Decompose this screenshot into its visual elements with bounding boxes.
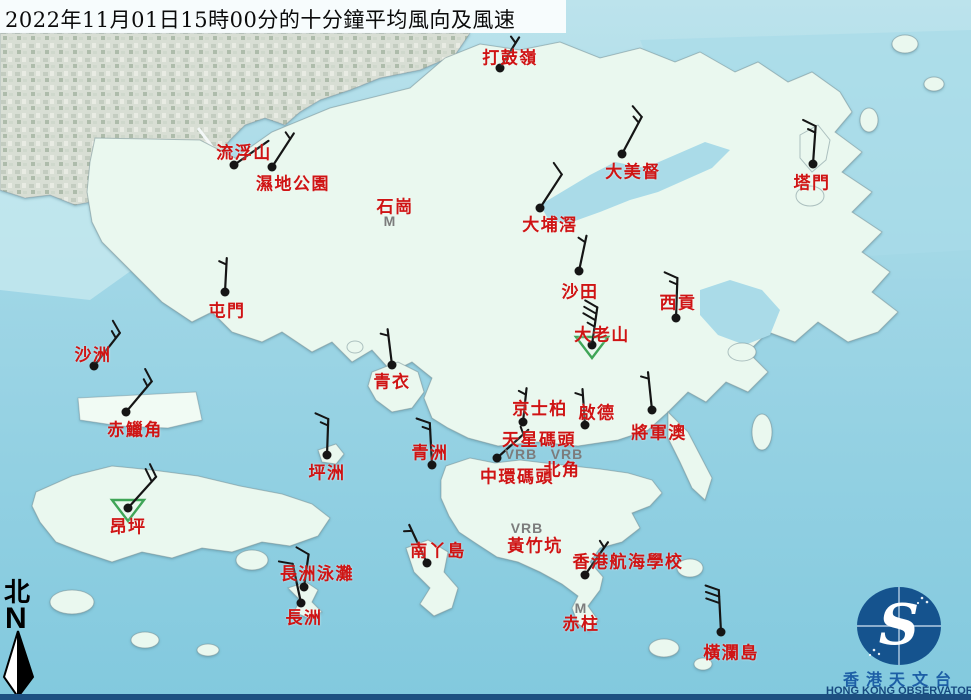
hko-logo: S 香港天文台 HONG KONG OBSERVATORY [830,582,971,700]
station-label-wetland-park: 濕地公園 [256,170,330,195]
variable-wind-marker-star-ferry-pier: VRB [505,446,538,462]
station-label-tuen-mun: 屯門 [209,297,246,322]
station-label-ngong-ping: 昂坪 [110,513,147,538]
svg-text:S: S [879,592,919,658]
station-label-hk-sea-school: 香港航海學校 [573,548,684,573]
station-label-sha-tin: 沙田 [562,278,599,303]
north-compass: 北 N [0,580,60,700]
variable-wind-marker-wong-chuk-hang: VRB [511,520,544,536]
station-label-chek-lap-kok: 赤鱲角 [107,416,163,441]
station-label-cheung-chau-beach: 長洲泳灘 [280,560,354,585]
station-label-layer: 流浮山濕地公園打鼓嶺大美督塔門石崗M大埔滘沙田西貢大老山屯門沙洲赤鱲角青衣青洲坪… [0,0,971,700]
station-label-ta-kwu-ling: 打鼓嶺 [482,44,538,69]
station-label-tseung-kwan-o: 將軍澳 [631,419,687,444]
maintenance-marker-stanley: M [575,600,588,616]
station-label-lamma-island: 南丫島 [410,537,466,562]
station-label-waglan-island: 橫瀾島 [703,639,759,664]
station-label-kai-tak: 啟德 [579,399,616,424]
station-label-tsing-yi: 青衣 [374,368,411,393]
station-label-cheung-chau: 長洲 [286,604,323,629]
map-title: 2022年11月01日15時00分的十分鐘平均風向及風速 [5,4,515,34]
station-label-green-island: 青洲 [412,439,449,464]
station-label-tap-mun: 塔門 [794,169,831,194]
station-label-kings-park: 京士柏 [512,395,568,420]
station-label-lau-fau-shan: 流浮山 [216,139,272,164]
station-label-peng-chau: 坪洲 [309,459,346,484]
station-label-tates-cairn: 大老山 [574,321,630,346]
station-label-tai-mei-tuk: 大美督 [605,158,661,183]
bottom-border-bar [0,694,971,700]
station-label-tai-po-kau: 大埔滘 [522,211,578,236]
wind-map-app: 流浮山濕地公園打鼓嶺大美督塔門石崗M大埔滘沙田西貢大老山屯門沙洲赤鱲角青衣青洲坪… [0,0,971,700]
north-arrow-icon [0,580,60,700]
variable-wind-marker-north-point: VRB [551,446,584,462]
station-label-sha-chau: 沙洲 [75,341,112,366]
station-label-sai-kung: 西貢 [660,289,697,314]
maintenance-marker-shek-kong: M [384,213,397,229]
